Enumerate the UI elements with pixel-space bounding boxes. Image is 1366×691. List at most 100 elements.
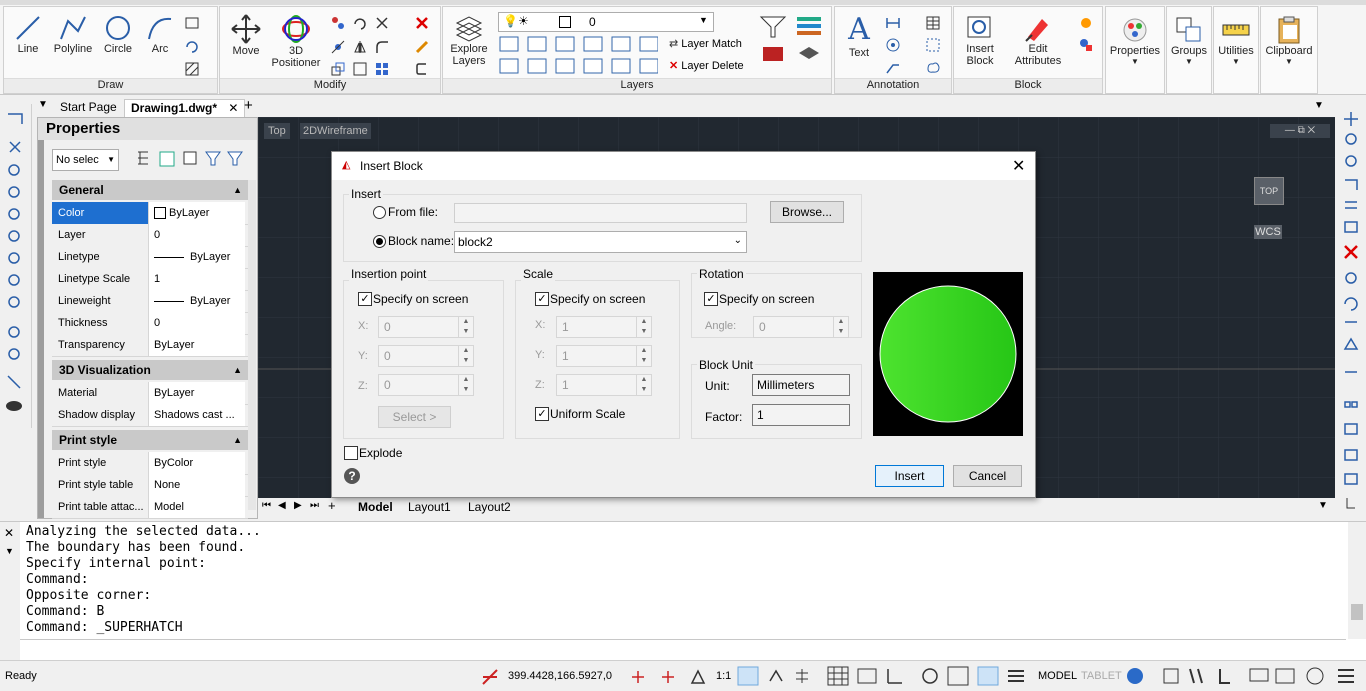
tab-menu-icon[interactable]: ▼	[38, 99, 48, 110]
property-value[interactable]: 1	[149, 268, 245, 290]
trim-icon[interactable]	[374, 15, 390, 31]
section-general[interactable]: General ▲	[52, 180, 248, 200]
property-value[interactable]: ByColor	[149, 452, 245, 474]
browse-button[interactable]: Browse...	[770, 201, 844, 223]
chevron-down-icon[interactable]: ▼	[1314, 100, 1324, 111]
line-tool[interactable]: Line	[10, 13, 46, 55]
property-value[interactable]: None	[149, 474, 245, 496]
next-layout-icon[interactable]: ▶	[294, 500, 302, 511]
utilities-tool[interactable]: Utilities ▼	[1214, 15, 1258, 66]
uniform-scale-checkbox[interactable]: ✓	[535, 407, 549, 421]
file-path-field[interactable]	[454, 203, 747, 223]
view-top-label[interactable]: Top	[264, 123, 290, 139]
ins-x-spinner[interactable]: 0 ▲ ▼	[378, 316, 474, 338]
insert-button[interactable]: Insert	[875, 465, 944, 487]
properties-tool[interactable]: Properties ▼	[1106, 15, 1164, 66]
coordinate-icon[interactable]	[480, 667, 500, 687]
polyline-tool[interactable]: Polyline	[50, 13, 96, 55]
circle-tool[interactable]: Circle	[100, 13, 136, 55]
array-icon[interactable]	[374, 61, 390, 77]
clipboard-ribbon-button[interactable]: Clipboard ▼	[1260, 6, 1318, 94]
radius-dimension-icon[interactable]	[885, 37, 901, 53]
properties-resize-handle[interactable]	[38, 140, 44, 518]
command-window-handle[interactable]: ✕ ▼	[0, 522, 20, 661]
scale-x-spinner[interactable]: 1 ▲ ▼	[556, 316, 652, 338]
annotation-panel-title[interactable]: Annotation	[835, 78, 951, 93]
layer-delete-button[interactable]: ✕ Layer Delete	[669, 59, 744, 72]
rectangle-icon[interactable]	[184, 15, 200, 31]
chevron-down-icon[interactable]: ▼	[1318, 500, 1328, 511]
property-row-general-5[interactable]: Thickness 0	[52, 312, 248, 335]
property-value[interactable]: 0	[149, 312, 245, 334]
block-panel-title[interactable]: Block	[954, 78, 1102, 93]
clipboard-tool[interactable]: Clipboard ▼	[1261, 15, 1317, 66]
spinner-arrows-icon[interactable]: ▲ ▼	[458, 375, 473, 395]
add-layout-icon[interactable]: +	[328, 498, 336, 513]
property-value[interactable]: ByLayer	[149, 202, 245, 224]
layout-tab-model[interactable]: Model	[358, 500, 393, 514]
from-file-radio[interactable]	[373, 206, 386, 219]
layout-tab-layout1[interactable]: Layout1	[408, 500, 451, 514]
table-icon[interactable]	[925, 15, 941, 31]
prev-layout-icon[interactable]: ◀	[278, 500, 286, 511]
move-tool[interactable]: Move	[226, 13, 266, 57]
new-tab-icon[interactable]: +	[244, 97, 253, 114]
status-system-icons[interactable]	[1124, 665, 1364, 687]
edit-attributes-tool[interactable]: Edit Attributes	[1006, 13, 1070, 67]
close-icon[interactable]: ✕	[4, 526, 14, 540]
command-input[interactable]	[20, 639, 1346, 660]
spinner-arrows-icon[interactable]: ▲ ▼	[458, 346, 473, 366]
wcs-label[interactable]: WCS	[1254, 225, 1282, 239]
text-tool[interactable]: A Text	[841, 13, 877, 60]
property-value[interactable]: Model	[149, 496, 245, 518]
fillet-icon[interactable]	[374, 39, 390, 55]
property-value[interactable]: ByLayer	[149, 334, 245, 356]
scale-icon[interactable]	[330, 61, 346, 77]
explore-layers-tool[interactable]: Explore Layers	[447, 13, 491, 67]
block-name-radio[interactable]	[373, 235, 386, 248]
arc-tool[interactable]: Arc	[142, 13, 178, 55]
spinner-arrows-icon[interactable]: ▲ ▼	[636, 346, 651, 366]
property-row-general-3[interactable]: Linetype Scale 1	[52, 268, 248, 291]
copy-icon[interactable]	[330, 15, 346, 31]
groups-ribbon-button[interactable]: Groups ▼	[1166, 6, 1212, 94]
last-layout-icon[interactable]: ⏭	[310, 500, 319, 511]
status-toggle-icons-1[interactable]	[628, 667, 718, 687]
section-print-style[interactable]: Print style ▲	[52, 430, 248, 450]
block-name-select[interactable]: block2 ⌄	[454, 231, 747, 253]
tab-start-page[interactable]: Start Page	[54, 99, 123, 116]
tablet-toggle[interactable]: TABLET	[1081, 670, 1122, 682]
angle-spinner[interactable]: 0 ▲ ▼	[753, 316, 849, 338]
command-scrollbar[interactable]	[1348, 522, 1366, 639]
revcloud-icon[interactable]	[925, 59, 941, 75]
explode-checkbox[interactable]	[344, 446, 358, 460]
select-point-button[interactable]: Select >	[378, 406, 451, 428]
scale-specify-checkbox[interactable]: ✓	[535, 292, 549, 306]
dimension-icon[interactable]	[885, 15, 901, 31]
dialog-title-bar[interactable]: ◭ Insert Block ✕	[332, 152, 1035, 180]
spinner-arrows-icon[interactable]: ▲ ▼	[636, 317, 651, 337]
wipeout-icon[interactable]	[925, 37, 941, 53]
model-space-toggle[interactable]: MODEL	[1038, 670, 1077, 682]
block-edit-icon[interactable]	[1078, 15, 1094, 31]
property-row-print-0[interactable]: Print style ByColor	[52, 452, 248, 475]
chevron-down-icon[interactable]: ▼	[5, 546, 14, 556]
erase-icon[interactable]	[414, 15, 430, 31]
modify-panel-title[interactable]: Modify	[220, 78, 440, 93]
mirror-icon[interactable]	[330, 39, 346, 55]
spinner-arrows-icon[interactable]: ▲ ▼	[636, 375, 651, 395]
layers-panel-title[interactable]: Layers	[443, 78, 831, 93]
property-value[interactable]: ByLayer	[149, 290, 245, 312]
positioner-tool[interactable]: 3D Positioner	[268, 13, 324, 69]
property-row-viz-1[interactable]: Shadow display Shadows cast ...	[52, 404, 248, 427]
cursor-coordinates[interactable]: 399.4428,166.5927,0	[508, 670, 612, 682]
tab-drawing1[interactable]: Drawing1.dwg* ✕	[124, 99, 246, 117]
close-icon[interactable]: ✕	[228, 101, 238, 115]
close-icon[interactable]: ✕	[1012, 156, 1025, 176]
leader-icon[interactable]	[885, 59, 901, 75]
hatch-icon[interactable]	[184, 61, 200, 77]
stretch-icon[interactable]	[352, 61, 368, 77]
layer-match-button[interactable]: ⇄ Layer Match	[669, 37, 742, 50]
ins-y-spinner[interactable]: 0 ▲ ▼	[378, 345, 474, 367]
property-value[interactable]: Shadows cast ...	[149, 404, 245, 426]
